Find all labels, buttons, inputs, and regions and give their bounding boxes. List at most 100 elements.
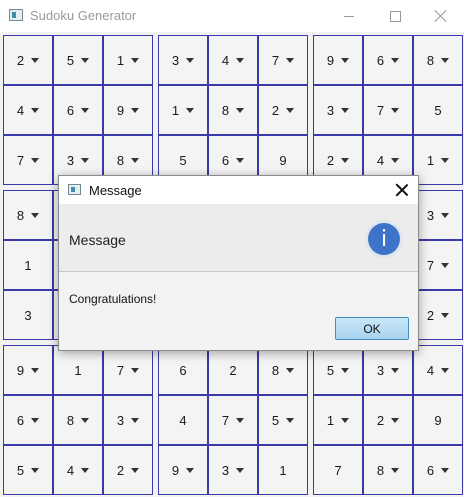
cell-value: 3	[116, 412, 125, 428]
cell-value: 4	[66, 462, 75, 478]
cell-combo[interactable]: 7	[3, 135, 53, 185]
cell-combo[interactable]: 5	[258, 395, 308, 445]
cell-combo[interactable]: 3	[208, 445, 258, 495]
cell-combo[interactable]: 7	[363, 85, 413, 135]
cell-combo[interactable]: 4	[413, 345, 463, 395]
chevron-down-icon	[286, 367, 295, 373]
chevron-down-icon	[286, 417, 295, 423]
cell-value: 1	[24, 257, 32, 273]
cell-value: 9	[326, 52, 335, 68]
chevron-down-icon	[131, 57, 140, 63]
chevron-down-icon	[341, 57, 350, 63]
cell-value: 5	[271, 412, 280, 428]
sudoku-box: 9 6 8 3 7 5 2 4 1	[313, 35, 463, 185]
cell-value: 4	[179, 412, 187, 428]
cell-combo[interactable]: 2	[3, 35, 53, 85]
cell-combo[interactable]: 5	[3, 445, 53, 495]
cell-value: 7	[271, 52, 280, 68]
dialog-header: Message i	[59, 204, 418, 272]
cell-combo[interactable]: 6	[53, 85, 103, 135]
cell-combo[interactable]: 9	[3, 345, 53, 395]
cell-combo[interactable]: 3	[103, 395, 153, 445]
cell-given: 7	[313, 445, 363, 495]
cell-combo[interactable]: 8	[363, 445, 413, 495]
cell-combo[interactable]: 3	[363, 345, 413, 395]
cell-combo[interactable]: 8	[258, 345, 308, 395]
chevron-down-icon	[441, 312, 450, 318]
cell-given: 9	[413, 395, 463, 445]
chevron-down-icon	[341, 107, 350, 113]
ok-button[interactable]: OK	[335, 317, 409, 340]
title-bar: Sudoku Generator	[0, 0, 464, 32]
cell-combo[interactable]: 9	[103, 85, 153, 135]
cell-combo[interactable]: 3	[413, 190, 463, 240]
cell-given: 1	[3, 240, 53, 290]
chevron-down-icon	[441, 467, 450, 473]
cell-value: 8	[271, 362, 280, 378]
minimize-button[interactable]	[326, 0, 372, 32]
cell-value: 2	[229, 362, 237, 378]
cell-value: 1	[171, 102, 180, 118]
cell-combo[interactable]: 9	[313, 35, 363, 85]
maximize-button[interactable]	[372, 0, 418, 32]
sudoku-box: 5 3 4 1 2 9 7 8 6	[313, 345, 463, 495]
message-dialog: Message Message i Congratulations! OK	[58, 175, 419, 351]
dialog-close-icon[interactable]	[395, 183, 409, 197]
maximize-icon	[389, 10, 401, 22]
chevron-down-icon	[441, 212, 450, 218]
cell-combo[interactable]: 3	[158, 35, 208, 85]
cell-combo[interactable]: 8	[208, 85, 258, 135]
close-button[interactable]	[418, 0, 464, 32]
cell-combo[interactable]: 1	[158, 85, 208, 135]
window-title: Sudoku Generator	[30, 8, 137, 23]
cell-combo[interactable]: 1	[103, 35, 153, 85]
cell-combo[interactable]: 9	[158, 445, 208, 495]
chevron-down-icon	[81, 467, 90, 473]
cell-combo[interactable]: 6	[363, 35, 413, 85]
cell-combo[interactable]: 6	[413, 445, 463, 495]
cell-combo[interactable]: 7	[413, 240, 463, 290]
cell-value: 4	[221, 52, 230, 68]
chevron-down-icon	[341, 367, 350, 373]
cell-combo[interactable]: 4	[3, 85, 53, 135]
cell-combo[interactable]: 5	[313, 345, 363, 395]
cell-combo[interactable]: 2	[103, 445, 153, 495]
minimize-icon	[344, 15, 354, 17]
cell-combo[interactable]: 2	[413, 290, 463, 340]
cell-value: 7	[116, 362, 125, 378]
cell-combo[interactable]: 4	[208, 35, 258, 85]
chevron-down-icon	[81, 107, 90, 113]
chevron-down-icon	[81, 57, 90, 63]
cell-combo[interactable]: 7	[103, 345, 153, 395]
chevron-down-icon	[131, 417, 140, 423]
cell-combo[interactable]: 2	[258, 85, 308, 135]
chevron-down-icon	[236, 57, 245, 63]
cell-combo[interactable]: 5	[53, 35, 103, 85]
chevron-down-icon	[286, 107, 295, 113]
cell-combo[interactable]: 2	[363, 395, 413, 445]
chevron-down-icon	[31, 467, 40, 473]
cell-combo[interactable]: 8	[3, 190, 53, 240]
cell-combo[interactable]: 1	[413, 135, 463, 185]
cell-value: 3	[426, 207, 435, 223]
cell-value: 7	[334, 462, 342, 478]
chevron-down-icon	[286, 57, 295, 63]
cell-combo[interactable]: 3	[313, 85, 363, 135]
cell-value: 1	[279, 462, 287, 478]
chevron-down-icon	[186, 467, 195, 473]
dialog-title-bar: Message	[59, 176, 418, 204]
cell-combo[interactable]: 8	[53, 395, 103, 445]
cell-combo[interactable]: 4	[53, 445, 103, 495]
cell-combo[interactable]: 7	[208, 395, 258, 445]
chevron-down-icon	[441, 57, 450, 63]
cell-value: 9	[116, 102, 125, 118]
cell-value: 6	[66, 102, 75, 118]
cell-given: 5	[413, 85, 463, 135]
cell-value: 8	[116, 152, 125, 168]
cell-combo[interactable]: 1	[313, 395, 363, 445]
chevron-down-icon	[341, 417, 350, 423]
cell-combo[interactable]: 6	[3, 395, 53, 445]
cell-combo[interactable]: 7	[258, 35, 308, 85]
chevron-down-icon	[186, 57, 195, 63]
cell-combo[interactable]: 8	[413, 35, 463, 85]
